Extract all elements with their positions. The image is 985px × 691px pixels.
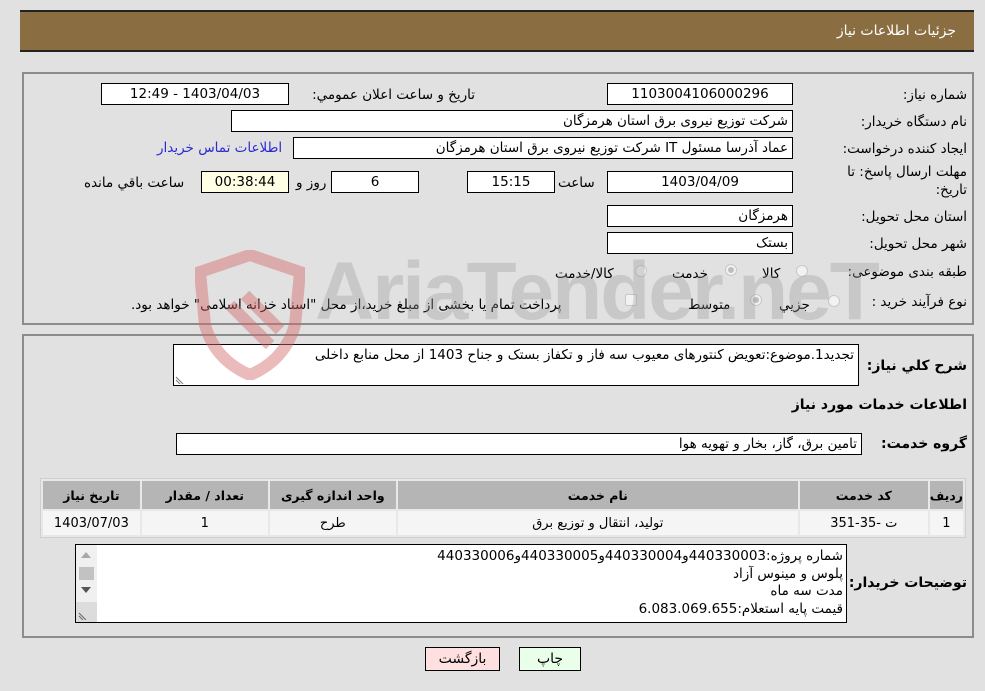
delivery-city-field[interactable]: بستک <box>607 232 793 254</box>
deadline-label-line2: تاریخ: <box>935 182 967 198</box>
scroll-down-icon[interactable] <box>81 587 91 593</box>
buyer-org-field[interactable]: شرکت توزیع نیروی برق استان هرمزگان <box>231 110 793 132</box>
notes-line: شماره پروژه:440330003و440330004و44033000… <box>437 548 843 564</box>
cell-service-name: تولید، انتقال و توزیع برق <box>397 511 798 535</box>
category-option-goods-service: کالا/خدمت <box>555 266 614 282</box>
notes-scrollbar[interactable] <box>76 545 97 622</box>
cell-need-date: 1403/07/03 <box>43 511 140 535</box>
notes-line: مدت سه ماه <box>770 583 843 599</box>
print-button[interactable]: چاپ <box>519 647 581 671</box>
services-table-header: ردیف کد خدمت نام خدمت واحد اندازه گیری ت… <box>43 481 963 509</box>
description-text: تجدید1.موضوع:تعویض کنتورهای معیوب سه فاز… <box>314 347 854 363</box>
scroll-up-icon[interactable] <box>81 552 91 558</box>
service-group-field[interactable]: تامین برق، گاز، بخار و تهویه هوا <box>176 433 862 455</box>
cell-row-number: 1 <box>929 511 963 535</box>
process-option-minor: جزيي <box>779 297 810 313</box>
treasury-checkbox[interactable] <box>625 294 637 306</box>
delivery-city-label: شهر محل تحویل: <box>869 236 967 252</box>
col-service-name: نام خدمت <box>397 481 798 509</box>
buyer-contact-link[interactable]: اطلاعات تماس خریدار <box>157 140 282 156</box>
delivery-province-field[interactable]: هرمزگان <box>607 205 793 227</box>
cell-service-code: ت -35-351 <box>799 511 928 535</box>
requester-label: ایجاد کننده درخواست: <box>842 141 967 157</box>
page-title: جزئیات اطلاعات نیاز <box>836 23 956 39</box>
need-number-label: شماره نیاز: <box>902 87 967 103</box>
col-quantity: تعداد / مقدار <box>141 481 268 509</box>
col-service-code: کد خدمت <box>799 481 928 509</box>
process-option-medium: متوسط <box>688 297 731 313</box>
cell-unit: طرح <box>269 511 396 535</box>
remaining-time-label: ساعت باقي مانده <box>84 175 185 191</box>
col-row-number: ردیف <box>929 481 963 509</box>
buyer-notes-text: شماره پروژه:440330003و440330004و44033000… <box>437 548 843 618</box>
announce-datetime-label: تاریخ و ساعت اعلان عمومي: <box>312 87 475 103</box>
purchase-process-label: نوع فرآیند خرید : <box>871 294 967 310</box>
delivery-province-label: استان محل تحویل: <box>861 209 967 225</box>
category-radio-goods[interactable] <box>796 265 808 277</box>
deadline-label-line1: مهلت ارسال پاسخ: تا <box>847 164 967 180</box>
notes-line: قیمت پایه استعلام:6.083.069.655 <box>638 600 843 617</box>
cell-quantity: 1 <box>141 511 268 535</box>
col-unit: واحد اندازه گیری <box>269 481 396 509</box>
category-option-service: خدمت <box>672 266 708 282</box>
scroll-thumb[interactable] <box>79 567 94 580</box>
process-radio-minor[interactable] <box>828 295 840 307</box>
services-table: ردیف کد خدمت نام خدمت واحد اندازه گیری ت… <box>40 478 966 538</box>
resize-grip-icon[interactable] <box>175 375 184 384</box>
page-header: جزئیات اطلاعات نیاز <box>20 10 974 52</box>
deadline-time-field[interactable]: 15:15 <box>467 171 555 193</box>
buyer-org-label: نام دستگاه خریدار: <box>860 114 967 130</box>
service-group-label: گروه خدمت: <box>881 436 967 452</box>
treasury-checkbox-label: پرداخت تمام یا بخشی از مبلغ خرید،از محل … <box>131 297 562 313</box>
remaining-time-field: 00:38:44 <box>201 171 289 193</box>
category-radio-goods-service[interactable] <box>635 265 647 277</box>
table-row: 1 ت -35-351 تولید، انتقال و توزیع برق طر… <box>43 511 963 535</box>
days-label: روز و <box>296 175 327 191</box>
col-need-date: تاریخ نیاز <box>43 481 140 509</box>
back-button[interactable]: بازگشت <box>425 647 500 671</box>
description-label: شرح کلي نیاز: <box>866 358 967 374</box>
need-number-field[interactable]: 1103004106000296 <box>607 83 793 105</box>
process-radio-medium[interactable] <box>750 294 762 306</box>
announce-datetime-field[interactable]: 1403/04/03 - 12:49 <box>101 83 289 105</box>
requester-field[interactable]: عماد آذرسا مسئول IT شرکت توزیع نیروی برق… <box>293 137 793 159</box>
description-textarea[interactable]: تجدید1.موضوع:تعویض کنتورهای معیوب سه فاز… <box>173 344 859 386</box>
deadline-time-label: ساعت <box>558 175 595 191</box>
buyer-notes-textarea[interactable]: شماره پروژه:440330003و440330004و44033000… <box>75 544 847 623</box>
remaining-days-field[interactable]: 6 <box>331 171 419 193</box>
resize-grip-icon[interactable] <box>78 611 87 620</box>
category-label: طبقه بندی موضوعی: <box>847 264 967 280</box>
notes-line: پلوس و مینوس آزاد <box>733 565 843 582</box>
services-section-title: اطلاعات خدمات مورد نیاز <box>791 397 967 413</box>
category-option-goods: کالا <box>762 266 781 282</box>
buyer-notes-label: توضیحات خریدار: <box>848 575 967 591</box>
category-radio-service[interactable] <box>725 264 737 276</box>
deadline-label: مهلت ارسال پاسخ: تا تاریخ: <box>847 163 967 199</box>
deadline-date-field[interactable]: 1403/04/09 <box>607 171 793 193</box>
